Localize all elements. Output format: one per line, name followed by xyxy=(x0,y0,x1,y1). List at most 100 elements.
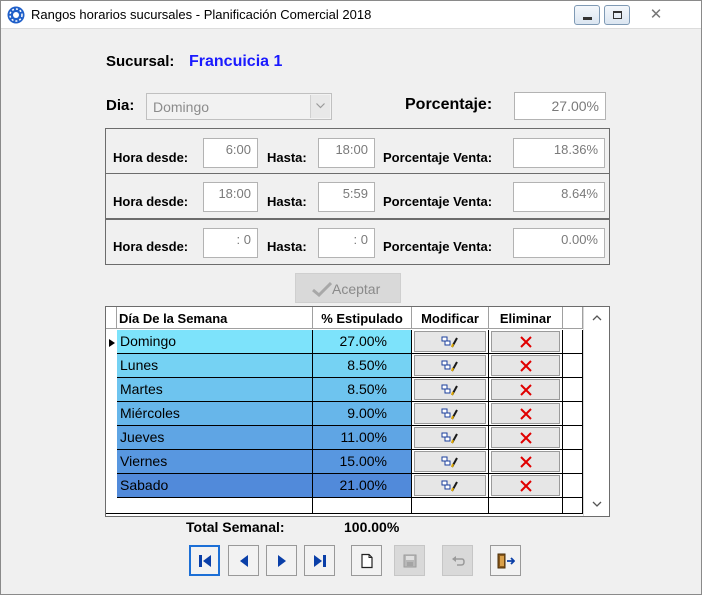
table-row[interactable]: Miércoles 9.00% xyxy=(106,402,583,426)
modify-button[interactable] xyxy=(414,355,486,376)
modify-button[interactable] xyxy=(414,451,486,472)
edit-icon xyxy=(441,480,458,491)
modify-button[interactable] xyxy=(414,331,486,352)
percentage-cell: 9.00% xyxy=(313,402,412,426)
first-record-button[interactable] xyxy=(189,545,220,576)
percentage-cell: 21.00% xyxy=(313,474,412,498)
table-row[interactable]: Lunes 8.50% xyxy=(106,354,583,378)
column-header-delete[interactable]: Eliminar xyxy=(489,307,563,329)
spacer-cell xyxy=(563,402,583,426)
sales-pct-input[interactable]: 18.36% xyxy=(513,138,605,168)
delete-cell xyxy=(489,330,563,354)
save-icon xyxy=(403,554,416,567)
undo-icon xyxy=(451,555,465,566)
scroll-up-icon[interactable] xyxy=(592,315,602,321)
delete-cell xyxy=(489,426,563,450)
row-indicator-header xyxy=(106,307,117,329)
to-time-input[interactable]: 5:59 xyxy=(318,182,375,212)
day-select[interactable]: Domingo xyxy=(146,93,332,120)
title-bar[interactable]: Rangos horarios sucursales - Planificaci… xyxy=(1,1,701,29)
day-label: Dia: xyxy=(106,97,135,114)
vertical-scrollbar[interactable] xyxy=(583,307,609,516)
spacer-cell xyxy=(563,378,583,402)
previous-record-button[interactable] xyxy=(228,545,259,576)
next-record-button[interactable] xyxy=(266,545,297,576)
new-document-icon xyxy=(360,553,373,568)
delete-x-icon xyxy=(519,359,532,372)
previous-record-icon xyxy=(239,554,248,567)
modify-button[interactable] xyxy=(414,475,486,496)
close-icon: ✕ xyxy=(649,6,663,23)
delete-button[interactable] xyxy=(491,331,560,352)
spacer-cell xyxy=(563,474,583,498)
day-cell: Martes xyxy=(117,378,313,402)
column-divider xyxy=(312,498,313,514)
delete-button[interactable] xyxy=(491,475,560,496)
delete-button[interactable] xyxy=(491,451,560,472)
spacer-cell xyxy=(563,330,583,354)
accept-button[interactable]: Aceptar xyxy=(295,273,401,303)
edit-icon xyxy=(441,432,458,443)
scroll-down-icon[interactable] xyxy=(592,501,602,507)
from-time-input[interactable]: 6:00 xyxy=(203,138,258,168)
delete-cell xyxy=(489,450,563,474)
time-range-row-2: Hora desde: 18:00 Hasta: 5:59 Porcentaje… xyxy=(105,173,610,219)
close-button[interactable]: ✕ xyxy=(634,5,678,25)
from-time-input[interactable]: : 0 xyxy=(203,228,258,258)
sales-pct-label: Porcentaje Venta: xyxy=(383,150,493,165)
modify-button[interactable] xyxy=(414,379,486,400)
to-label: Hasta: xyxy=(267,194,307,209)
delete-button[interactable] xyxy=(491,379,560,400)
to-time-input[interactable]: 18:00 xyxy=(318,138,375,168)
modify-button[interactable] xyxy=(414,427,486,448)
maximize-button[interactable] xyxy=(604,5,630,25)
delete-x-icon xyxy=(519,431,532,444)
exit-icon xyxy=(497,553,515,568)
column-header-day[interactable]: Día De la Semana xyxy=(117,307,313,329)
last-record-icon xyxy=(313,554,326,567)
delete-cell xyxy=(489,474,563,498)
delete-cell xyxy=(489,354,563,378)
edit-icon xyxy=(441,456,458,467)
minimize-icon xyxy=(583,17,592,20)
weekday-table: Día De la Semana % Estipulado Modificar … xyxy=(105,306,610,517)
new-record-button[interactable] xyxy=(351,545,382,576)
table-row[interactable]: Domingo 27.00% xyxy=(106,330,583,354)
to-time-input[interactable]: : 0 xyxy=(318,228,375,258)
row-indicator xyxy=(106,450,117,474)
table-row[interactable]: Viernes 15.00% xyxy=(106,450,583,474)
last-record-button[interactable] xyxy=(304,545,335,576)
table-row[interactable]: Martes 8.50% xyxy=(106,378,583,402)
modify-cell xyxy=(412,402,489,426)
from-time-input[interactable]: 18:00 xyxy=(203,182,258,212)
table-row[interactable]: Jueves 11.00% xyxy=(106,426,583,450)
sales-pct-input[interactable]: 8.64% xyxy=(513,182,605,212)
table-row[interactable]: Sabado 21.00% xyxy=(106,474,583,498)
current-row-arrow-icon xyxy=(109,339,115,347)
column-header-percentage[interactable]: % Estipulado xyxy=(313,307,412,329)
sales-pct-input[interactable]: 0.00% xyxy=(513,228,605,258)
column-header-modify[interactable]: Modificar xyxy=(412,307,489,329)
delete-x-icon xyxy=(519,335,532,348)
delete-button[interactable] xyxy=(491,403,560,424)
day-cell: Domingo xyxy=(117,330,313,354)
to-label: Hasta: xyxy=(267,239,307,254)
weekly-total-label: Total Semanal: xyxy=(186,519,285,535)
save-button[interactable] xyxy=(394,545,425,576)
accept-button-label: Aceptar xyxy=(332,281,381,297)
modify-button[interactable] xyxy=(414,403,486,424)
day-select-value: Domingo xyxy=(153,99,210,115)
delete-button[interactable] xyxy=(491,427,560,448)
row-indicator xyxy=(106,330,117,354)
row-indicator xyxy=(106,402,117,426)
day-select-dropdown-button[interactable] xyxy=(310,95,330,118)
delete-button[interactable] xyxy=(491,355,560,376)
to-label: Hasta: xyxy=(267,150,307,165)
minimize-button[interactable] xyxy=(574,5,600,25)
app-icon xyxy=(7,6,25,24)
percentage-field[interactable]: 27.00% xyxy=(514,92,606,120)
delete-cell xyxy=(489,402,563,426)
undo-button[interactable] xyxy=(442,545,473,576)
edit-icon xyxy=(441,384,458,395)
exit-button[interactable] xyxy=(490,545,521,576)
